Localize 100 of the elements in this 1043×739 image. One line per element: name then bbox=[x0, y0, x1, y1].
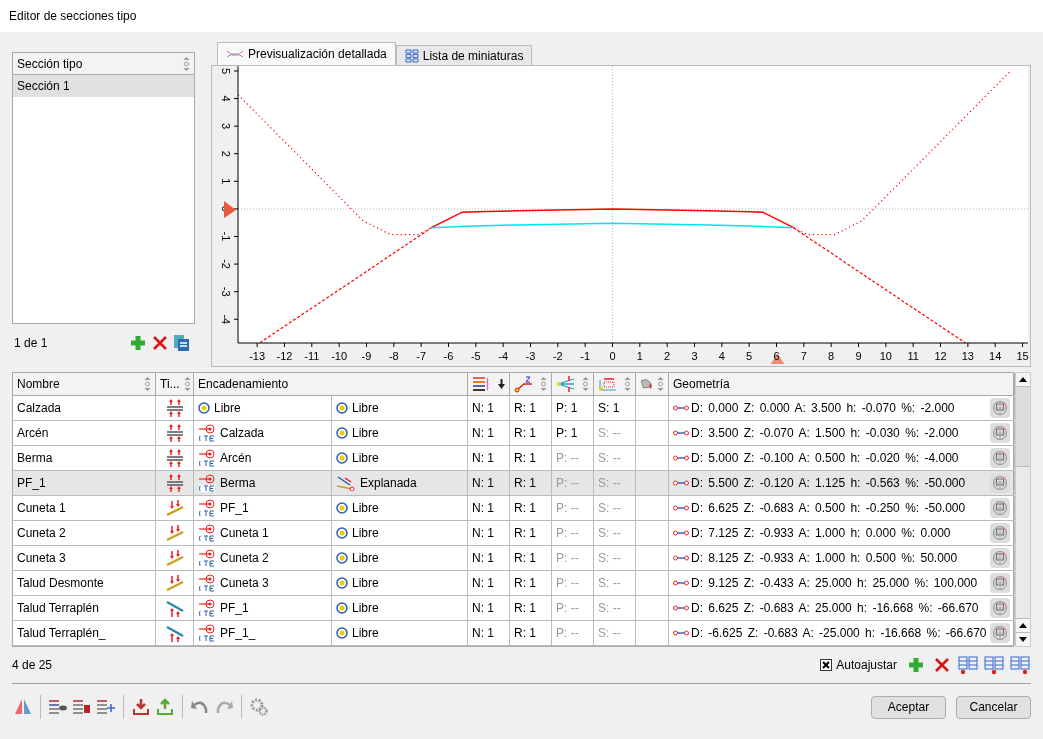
sort-icon[interactable] bbox=[657, 377, 664, 391]
table-cell-text: Cuneta 1 bbox=[16, 500, 67, 517]
edit-geometry-button[interactable] bbox=[990, 398, 1010, 418]
sort-icon[interactable] bbox=[540, 377, 547, 391]
checkbox[interactable] bbox=[820, 659, 833, 671]
table-cell-text: Calzada bbox=[16, 400, 63, 417]
axis-tick-label: -2 bbox=[220, 259, 232, 269]
axis-tick-label: -12 bbox=[276, 350, 293, 362]
axis-tick-label: 1 bbox=[220, 178, 232, 185]
edit-geometry-button[interactable] bbox=[990, 598, 1010, 618]
profile-icon bbox=[226, 49, 244, 59]
table-cell-text: Explanada bbox=[360, 475, 417, 492]
axis-tick-label: 12 bbox=[934, 350, 947, 362]
edit-geometry-button[interactable] bbox=[990, 448, 1010, 468]
axis-tick-label: 3 bbox=[220, 123, 232, 130]
sort-icon[interactable] bbox=[183, 377, 191, 391]
table-cell-text: Libre bbox=[352, 550, 379, 567]
sort-icon[interactable] bbox=[144, 377, 151, 391]
table-cell-text: N: 1 bbox=[471, 625, 495, 642]
axis-tick-label: 1 bbox=[636, 350, 643, 362]
table-cell-text: D: 9.125 Z: -0.433 A: 25.000 h: 25.000 %: 100.000 bbox=[691, 575, 978, 592]
edit-geometry-button[interactable] bbox=[990, 423, 1010, 443]
axis-tick-label: -13 bbox=[249, 350, 266, 362]
table-cell-text: N: 1 bbox=[471, 425, 495, 442]
table-cell-text: Cuneta 2 bbox=[220, 550, 269, 567]
column-header[interactable]: Encadenamiento bbox=[194, 373, 468, 395]
ditch-icon bbox=[164, 573, 185, 593]
edit-geometry-button[interactable] bbox=[990, 523, 1010, 543]
column-header[interactable]: Nombre bbox=[13, 373, 156, 395]
sort-icon[interactable] bbox=[624, 377, 631, 391]
table-cell-text: N: 1 bbox=[471, 400, 495, 417]
target-icon bbox=[336, 502, 348, 514]
sort-down-icon[interactable] bbox=[498, 379, 505, 389]
axis-tick-label: -9 bbox=[361, 350, 372, 362]
table-cell-text: D: 5.500 Z: -0.120 A: 1.125 h: -0.563 %: -50.000 bbox=[691, 475, 966, 492]
edit-geometry-button[interactable] bbox=[990, 573, 1010, 593]
scroll-up-icon[interactable] bbox=[1019, 623, 1027, 628]
edit-geometry-button[interactable] bbox=[990, 498, 1010, 518]
table-cell-text: Cuneta 3 bbox=[220, 575, 269, 592]
chain-link-icon bbox=[198, 573, 216, 593]
scrollbar[interactable] bbox=[1015, 372, 1031, 647]
scroll-up-icon[interactable] bbox=[1019, 377, 1027, 382]
edit-geometry-button[interactable] bbox=[990, 548, 1010, 568]
table-row[interactable]: Calzada Libre Libre N: 1 R: 1 P: 1 S: 1 D: 0.000 Z: 0.000 A: 3.500 h: -0.070 %: -2.000 bbox=[13, 396, 1013, 421]
segment-icon bbox=[673, 404, 689, 412]
platform-icon bbox=[164, 448, 185, 468]
edit-geometry-button[interactable] bbox=[990, 623, 1010, 643]
column-header[interactable]: Sección tipo bbox=[13, 53, 194, 75]
offset-icon bbox=[598, 375, 618, 393]
table-cell-text: R: 1 bbox=[513, 500, 537, 517]
scroll-down-icon[interactable] bbox=[1019, 637, 1027, 642]
elevation-icon bbox=[514, 375, 534, 393]
columns-icon[interactable] bbox=[1009, 653, 1031, 677]
subgrade-icon bbox=[336, 475, 356, 491]
target-icon bbox=[198, 402, 210, 414]
table-cell-text: Libre bbox=[352, 425, 379, 442]
table-cell-text: R: 1 bbox=[513, 550, 537, 567]
table-cell-text: N: 1 bbox=[471, 475, 495, 492]
chain-link-icon bbox=[198, 548, 216, 568]
axis-tick-label: -1 bbox=[220, 231, 232, 242]
table-cell-text: N: 1 bbox=[471, 600, 495, 617]
column-header[interactable]: Ti... bbox=[156, 373, 194, 395]
table-cell-text: Cuneta 3 bbox=[16, 550, 67, 567]
chain-link-icon bbox=[198, 523, 216, 543]
table-cell-text: P: -- bbox=[555, 500, 580, 517]
layers-icon bbox=[472, 376, 490, 392]
table-cell-text: D: 3.500 Z: -0.070 A: 1.500 h: -0.030 %: -2.000 bbox=[691, 425, 959, 442]
chain-link-icon bbox=[198, 498, 216, 518]
section-list-item[interactable]: Sección 1 bbox=[13, 75, 194, 97]
table-cell-text: P: -- bbox=[555, 525, 580, 542]
table-cell-text: Libre bbox=[352, 525, 379, 542]
axis-tick-label: 7 bbox=[800, 350, 807, 362]
table-cell-text: S: -- bbox=[597, 625, 622, 642]
dialog-button[interactable]: Aceptar bbox=[871, 695, 946, 719]
tab[interactable]: Lista de miniaturas bbox=[395, 45, 533, 65]
table-cell-text: Talud Desmonte bbox=[16, 575, 105, 592]
axis-tick-label: 4 bbox=[220, 95, 232, 102]
table-cell-text: S: -- bbox=[597, 550, 622, 567]
tab[interactable]: Previsualización detallada bbox=[217, 42, 396, 65]
columns-icon[interactable] bbox=[983, 653, 1005, 677]
table-cell-text: P: -- bbox=[555, 625, 580, 642]
table-cell-text: S: -- bbox=[597, 525, 622, 542]
table-cell-text: D: 8.125 Z: -0.933 A: 1.000 h: 0.500 %: 50.000 bbox=[691, 550, 958, 567]
table-cell-text: Cuneta 2 bbox=[16, 525, 67, 542]
columns-icon[interactable] bbox=[957, 653, 979, 677]
table-cell-text: D: 0.000 Z: 0.000 A: 3.500 h: -0.070 %: -2.000 bbox=[691, 400, 955, 417]
marker-icon bbox=[770, 354, 785, 364]
scrollbar-thumb[interactable] bbox=[1016, 387, 1030, 467]
sort-icon[interactable] bbox=[183, 56, 190, 71]
table-cell-text: Cuneta 1 bbox=[220, 525, 269, 542]
table-cell-text: R: 1 bbox=[513, 575, 537, 592]
edit-geometry-button[interactable] bbox=[990, 473, 1010, 493]
ditch-icon bbox=[164, 498, 185, 518]
table-cell-text: Talud Terraplén_ bbox=[16, 625, 107, 642]
dialog-button[interactable]: Cancelar bbox=[956, 695, 1031, 719]
ditch-icon bbox=[164, 523, 185, 543]
axis-tick-label: 5 bbox=[746, 350, 753, 362]
chain-link-icon bbox=[198, 448, 216, 468]
table-cell-text: PF_1 bbox=[220, 600, 249, 617]
sort-icon[interactable] bbox=[582, 377, 589, 391]
